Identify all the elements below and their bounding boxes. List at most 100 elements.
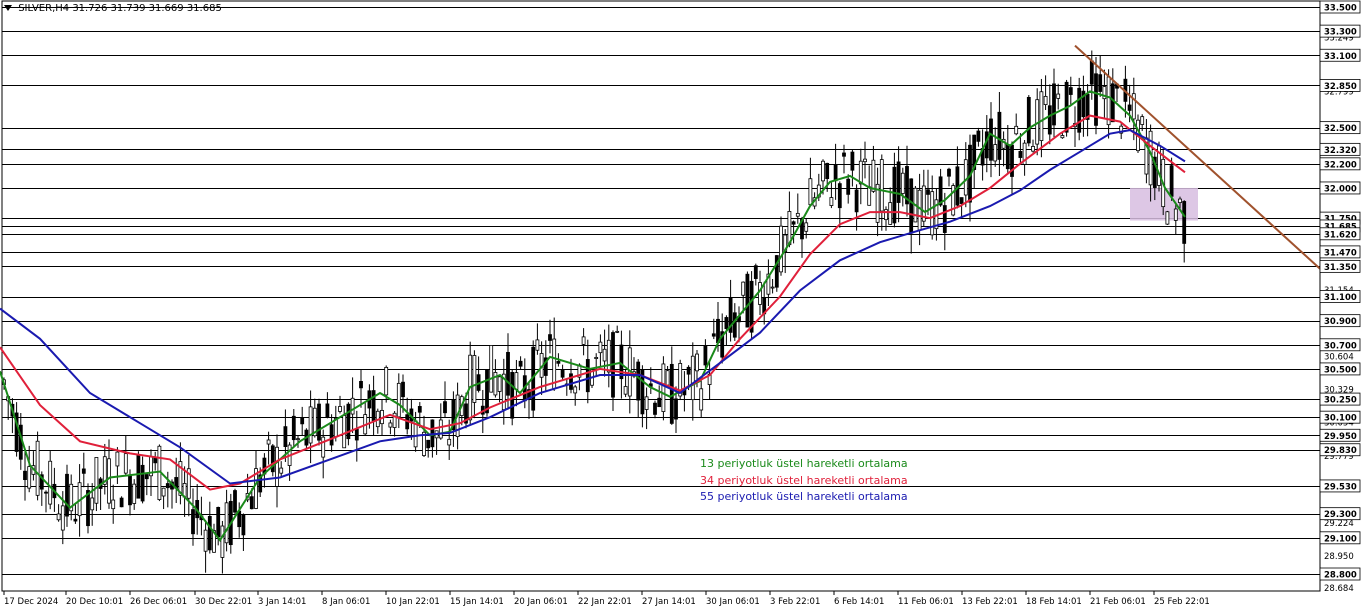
candle-body [711,333,716,337]
candle-body [73,518,78,522]
y-level-label: 28.800 [1324,571,1357,581]
candle-body [291,415,296,441]
x-tick-label: 17 Dec 2024 [4,597,58,607]
candle-body [900,172,905,194]
candle-body [317,403,321,441]
candle-body [871,159,876,192]
candle-body [44,491,48,494]
x-tick-label: 10 Jan 22:01 [386,597,440,607]
candle-body [132,483,137,504]
y-level-label: 32.850 [1324,82,1357,92]
candle-body [657,397,662,408]
y-level-label: 33.300 [1324,28,1357,38]
candle-body [669,363,674,424]
price-chart[interactable]: 33.24932.79931.15430.60430.32930.05429.7… [0,0,1362,611]
candle-body [161,487,166,497]
candle-body [65,473,69,517]
x-tick-label: 3 Feb 22:01 [770,597,820,607]
candle-body [1047,105,1052,135]
candle-body [94,457,99,504]
candle-body [417,406,422,413]
candle-body [107,458,111,504]
candle-body [623,386,628,395]
y-level-label: 29.950 [1324,432,1357,442]
candle-body [497,376,502,392]
candle-body [275,446,279,487]
candle-body [888,202,893,225]
candle-body [447,438,452,446]
candle-body [619,344,624,380]
candle-body [472,355,477,403]
candle-body [560,369,565,378]
candle-body [1110,83,1115,123]
candle-body [1077,87,1082,133]
candle-body [686,366,691,375]
candle-body [959,197,964,204]
candle-body [602,348,607,362]
candle-body [60,505,65,531]
x-tick-label: 6 Feb 14:01 [834,597,884,607]
y-tick-label: 28.684 [1324,584,1354,594]
candle-body [653,402,657,415]
candle-body [690,355,695,401]
candle-body [249,496,254,510]
x-tick-label: 26 Dec 06:01 [130,597,187,607]
candle-body [1068,87,1073,95]
candle-body [909,178,914,234]
candle-body [220,525,225,558]
candle-body [371,390,376,421]
candle-body [896,161,901,203]
candle-body [863,158,867,163]
y-level-label: 33.500 [1324,4,1357,14]
candle-body [283,426,288,448]
candle-body [833,164,838,182]
candle-body [930,191,935,236]
candle-body [993,144,998,162]
x-tick-label: 30 Dec 22:01 [195,597,252,607]
candle-body [753,265,758,279]
x-tick-label: 22 Jan 22:01 [578,597,632,607]
candle-body [136,454,141,499]
candle-body [1140,116,1145,125]
legend-ema13: 13 periyotluk üstel hareketli ortalama [700,457,908,470]
candle-body [854,189,859,213]
candle-body [1098,74,1103,92]
candle-body [401,381,405,398]
candle-body [35,440,40,496]
candle-body [846,178,851,195]
candle-body [989,118,993,161]
y-level-label: 31.470 [1324,248,1357,258]
candle-body [90,497,95,511]
y-level-label: 32.200 [1324,160,1357,170]
candle-body [308,406,313,444]
candle-body [119,497,124,508]
candle-body [615,330,620,333]
y-level-label: 30.250 [1324,396,1357,406]
candle-body [636,361,641,401]
candle-body [552,338,557,389]
y-tick-label: 29.224 [1324,519,1354,529]
candle-body [581,336,586,345]
y-level-label: 29.100 [1324,534,1357,544]
candle-body [279,467,284,474]
candle-body [573,386,578,394]
legend: 13 periyotluk üstel hareketli ortalama 3… [700,456,908,506]
candle-body [1039,91,1044,141]
x-tick-label: 3 Jan 14:01 [258,597,306,607]
candle-body [942,205,947,233]
candle-body [699,388,704,411]
candle-body [1169,165,1174,197]
candle-body [1005,143,1010,170]
candle-body [1165,211,1170,225]
candle-body [535,339,540,351]
x-tick-label: 25 Feb 22:01 [1154,597,1210,607]
candle-body [342,415,347,449]
candle-body [1056,93,1061,99]
candle-body [207,515,212,551]
candle-body [233,490,237,513]
y-level-label: 30.700 [1324,341,1357,351]
candle-body [23,470,27,481]
chart-area[interactable]: SILVER,H4 31.726 31.739 31.669 31.685 33… [0,0,1362,611]
candle-body [1178,198,1182,204]
candle-body [837,183,842,209]
